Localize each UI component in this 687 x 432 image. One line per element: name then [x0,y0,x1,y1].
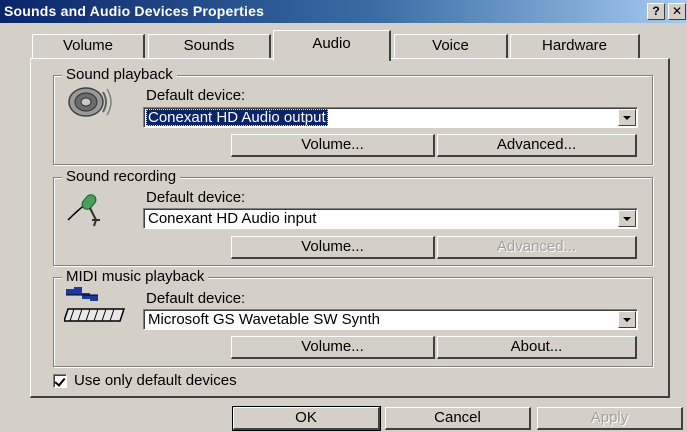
chevron-down-icon[interactable] [618,311,636,328]
properties-dialog: Sounds and Audio Devices Properties ? ✕ … [0,0,687,432]
microphone-icon [67,194,100,227]
sound-playback-title: Sound playback [62,66,177,83]
recording-device-label: Default device: [146,189,246,206]
recording-device-select[interactable]: Conexant HD Audio input [143,208,638,229]
sound-recording-title: Sound recording [62,168,181,185]
midi-volume-button[interactable]: Volume... [231,336,435,359]
apply-button: Apply [537,407,683,430]
chevron-down-icon[interactable] [618,109,636,126]
midi-keyboard-icon [64,287,126,322]
close-button[interactable]: ✕ [668,3,686,20]
tab-audio[interactable]: Audio [273,30,391,61]
midi-playback-title: MIDI music playback [62,268,209,285]
tab-voice[interactable]: Voice [394,34,508,59]
recording-volume-button[interactable]: Volume... [231,236,435,259]
midi-device-value: Microsoft GS Wavetable SW Synth [148,311,381,328]
recording-advanced-button: Advanced... [437,236,637,259]
playback-volume-button[interactable]: Volume... [231,134,435,157]
cancel-button[interactable]: Cancel [385,407,531,430]
title-bar[interactable]: Sounds and Audio Devices Properties ? ✕ [0,0,687,23]
speaker-icon [68,87,112,117]
ok-button[interactable]: OK [232,406,381,431]
playback-device-label: Default device: [146,87,246,104]
use-default-devices-checkbox[interactable] [53,374,67,388]
close-icon: ✕ [671,4,683,18]
tab-volume[interactable]: Volume [32,34,145,59]
tab-hardware[interactable]: Hardware [510,34,640,59]
midi-device-label: Default device: [146,290,246,307]
help-button[interactable]: ? [647,3,665,20]
midi-about-button[interactable]: About... [437,336,637,359]
use-default-devices-label[interactable]: Use only default devices [74,372,237,389]
playback-device-select[interactable]: Conexant HD Audio output [143,107,638,128]
window-title: Sounds and Audio Devices Properties [4,3,265,19]
playback-advanced-button[interactable]: Advanced... [437,134,637,157]
midi-device-select[interactable]: Microsoft GS Wavetable SW Synth [143,309,638,330]
chevron-down-icon[interactable] [618,210,636,227]
playback-device-value: Conexant HD Audio output [146,109,328,126]
recording-device-value: Conexant HD Audio input [148,210,317,227]
tab-sounds[interactable]: Sounds [148,34,271,59]
